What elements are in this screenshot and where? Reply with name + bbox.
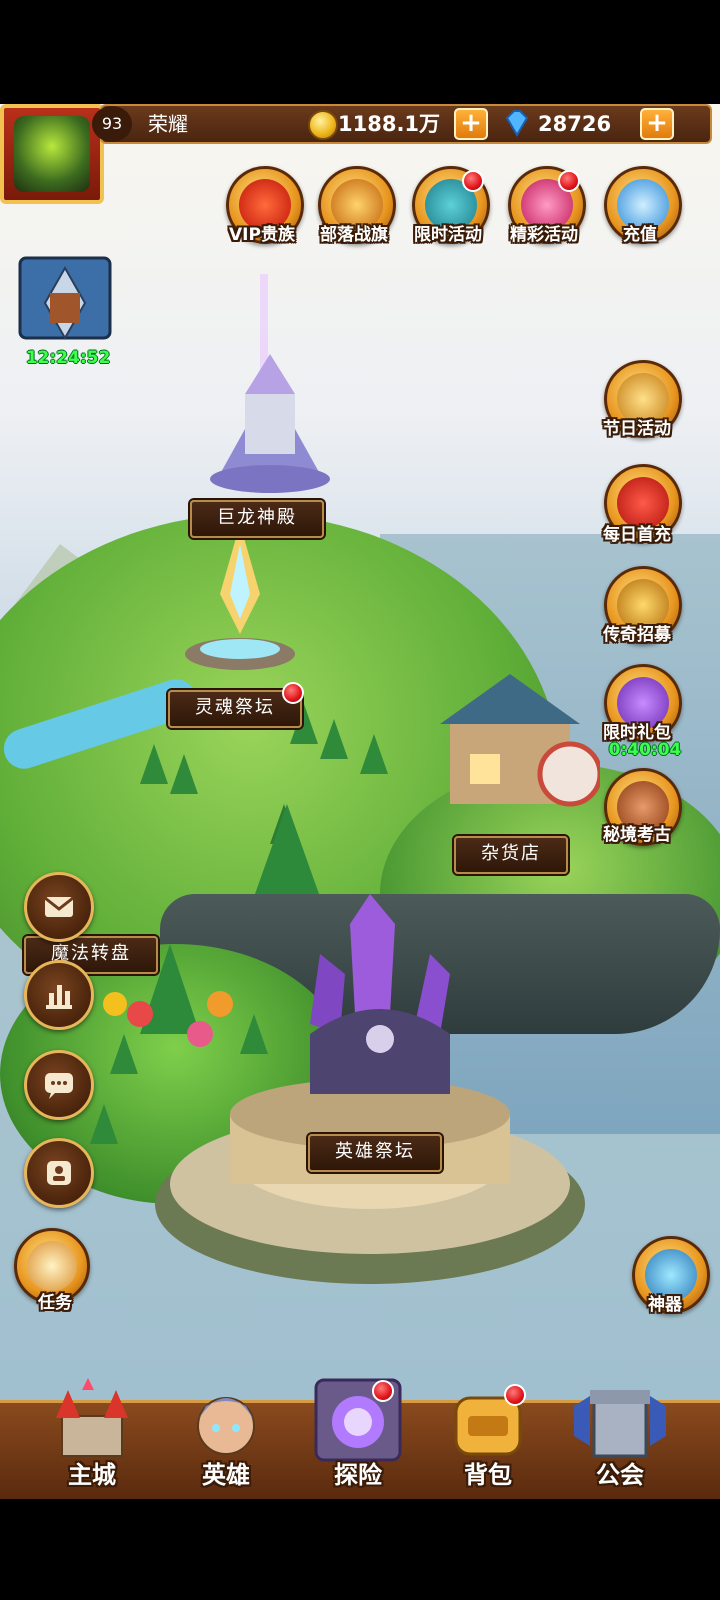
balloons bbox=[100, 984, 250, 1064]
backpack-icon bbox=[454, 1396, 522, 1456]
chest-timer: 12:24:52 bbox=[25, 348, 111, 368]
secret-archaeology-label: 秘境考古 bbox=[603, 825, 671, 845]
ranking-icon bbox=[46, 985, 72, 1009]
resource-bar: 93 荣耀 1188.1万 + 28726 + bbox=[92, 104, 712, 144]
chat-button[interactable] bbox=[24, 1050, 94, 1120]
nav-backpack[interactable]: 背包 bbox=[428, 1376, 548, 1496]
recharge-label: 充值 bbox=[623, 225, 657, 245]
gold-coin-icon bbox=[308, 110, 338, 140]
quest-scroll-icon bbox=[27, 1241, 77, 1291]
nav-explore[interactable]: 探险 bbox=[298, 1376, 418, 1496]
player-level: 93 bbox=[92, 106, 132, 142]
limited-event-label: 限时活动 bbox=[414, 225, 482, 245]
add-gold-button[interactable]: + bbox=[454, 108, 488, 140]
legend-recruit-label: 传奇招募 bbox=[603, 625, 671, 645]
player-name: 荣耀 bbox=[148, 112, 188, 136]
gift-timer: 0:40:04 bbox=[608, 740, 682, 760]
tree bbox=[90, 1104, 118, 1144]
gold-amount: 1188.1万 bbox=[338, 112, 441, 136]
tree bbox=[140, 744, 168, 784]
diamond-icon bbox=[502, 108, 532, 138]
nav-main-city[interactable]: 主城 bbox=[32, 1376, 152, 1496]
quest-label: 任务 bbox=[38, 1293, 72, 1313]
nav-backpack-label: 背包 bbox=[464, 1461, 512, 1489]
featured-event-label: 精彩活动 bbox=[510, 225, 578, 245]
limited-event-badge bbox=[462, 170, 484, 192]
dragon-temple-island bbox=[200, 274, 340, 494]
soul-altar-structure bbox=[180, 524, 300, 674]
purple-crystal bbox=[300, 894, 460, 1094]
dragon-temple-label[interactable]: 巨龙神殿 bbox=[190, 500, 324, 538]
chat-icon bbox=[45, 1073, 73, 1099]
daily-first-recharge-label: 每日首充 bbox=[603, 525, 671, 545]
festival-event-label: 节日活动 bbox=[603, 419, 671, 439]
nav-backpack-badge bbox=[504, 1384, 526, 1406]
artifact-label: 神器 bbox=[648, 1295, 682, 1315]
nav-hero-label: 英雄 bbox=[202, 1461, 250, 1489]
nav-explore-badge bbox=[372, 1380, 394, 1402]
featured-event-badge bbox=[558, 170, 580, 192]
soul-altar-badge bbox=[282, 682, 304, 704]
contacts-button[interactable] bbox=[24, 1138, 94, 1208]
chest-button[interactable] bbox=[10, 248, 120, 348]
nav-guild[interactable]: 公会 bbox=[560, 1376, 680, 1496]
avatar bbox=[14, 116, 90, 192]
mail-icon bbox=[44, 896, 74, 917]
add-diamond-button[interactable]: + bbox=[640, 108, 674, 140]
general-store-label[interactable]: 杂货店 bbox=[454, 836, 568, 874]
general-store-building bbox=[420, 664, 603, 814]
nav-hero[interactable]: 英雄 bbox=[166, 1376, 286, 1496]
tree bbox=[320, 719, 348, 759]
diamond-icon-svg bbox=[505, 110, 529, 137]
mail-button[interactable] bbox=[24, 872, 94, 942]
nav-main-city-label: 主城 bbox=[68, 1461, 116, 1489]
soul-altar-art bbox=[185, 524, 295, 670]
chest-icon bbox=[18, 256, 112, 341]
tree bbox=[360, 734, 388, 774]
christmas-tree bbox=[255, 804, 319, 894]
crystal-art bbox=[310, 894, 450, 1094]
guild-icon bbox=[574, 1390, 666, 1458]
hero-altar-label[interactable]: 英雄祭坛 bbox=[308, 1134, 442, 1172]
store-art bbox=[440, 674, 603, 807]
hero-icon bbox=[197, 1397, 255, 1455]
tree bbox=[170, 754, 198, 794]
contacts-icon bbox=[47, 1161, 71, 1185]
avatar-frame[interactable] bbox=[0, 104, 104, 204]
diamond-amount: 28726 bbox=[538, 112, 612, 136]
ranking-button[interactable] bbox=[24, 960, 94, 1030]
nav-explore-label: 探险 bbox=[334, 1461, 382, 1489]
castle-icon bbox=[56, 1378, 128, 1457]
nav-guild-label: 公会 bbox=[596, 1461, 644, 1489]
balloons-art bbox=[103, 991, 233, 1047]
dragon-temple-art bbox=[210, 274, 330, 493]
